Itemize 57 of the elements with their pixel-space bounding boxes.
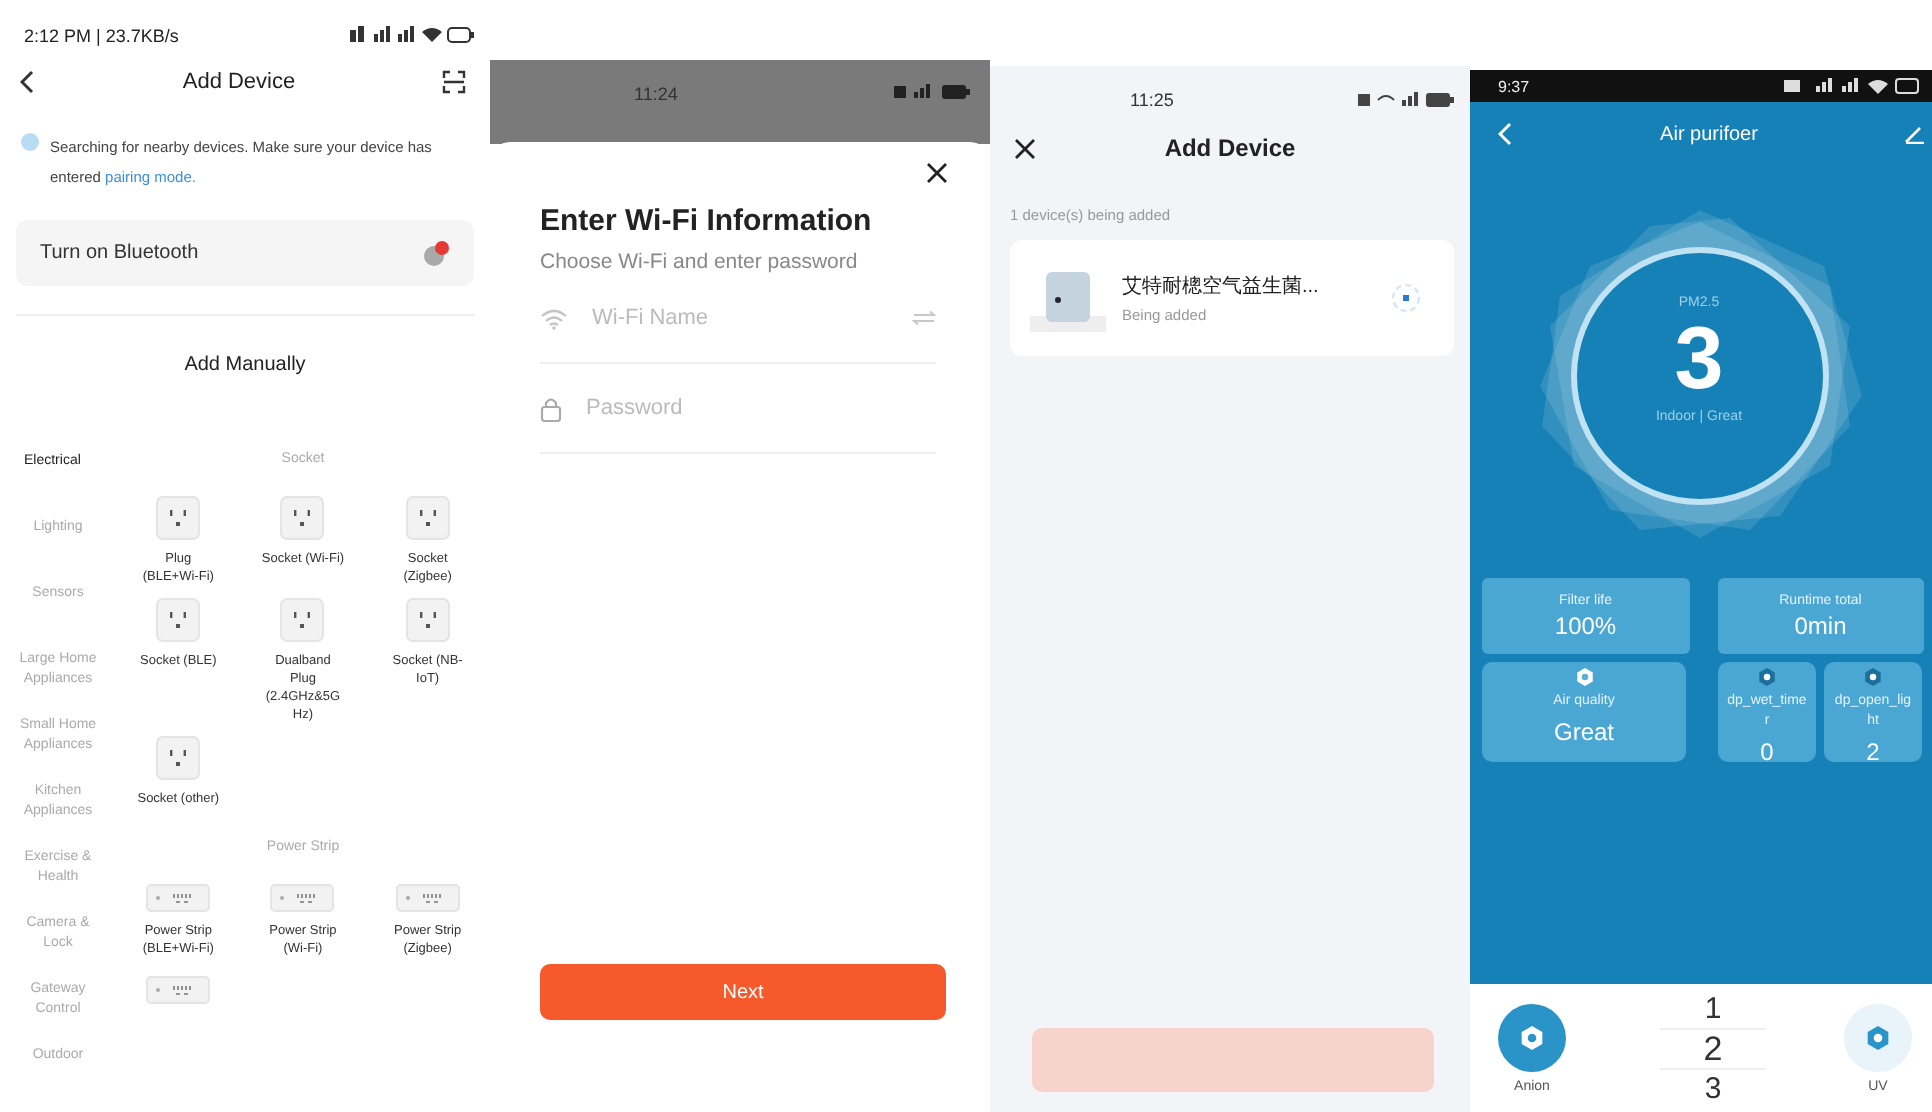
- page-title: Add Device: [1164, 134, 1296, 162]
- bluetooth-row[interactable]: Turn on Bluetooth: [16, 219, 474, 287]
- picker-option[interactable]: 2: [1659, 1027, 1767, 1069]
- lock-icon: [540, 395, 562, 421]
- status-icons-drawing: [1358, 92, 1458, 108]
- dialog-title: Enter Wi-Fi Information: [540, 204, 874, 238]
- close-icon[interactable]: [1014, 137, 1036, 159]
- picker-option[interactable]: 3: [1660, 1069, 1766, 1107]
- loading-spinner-icon: [1390, 282, 1422, 314]
- status-icons-drawing: [350, 26, 474, 45]
- close-icon[interactable]: [926, 162, 948, 184]
- status-time: 9:37: [1498, 77, 1530, 95]
- status-time: 2:12 PM | 23.7KB/s: [24, 25, 179, 46]
- search-status-icon: [20, 131, 40, 152]
- hexagon-icon: [1758, 668, 1776, 686]
- status-icons-drawing: [1784, 78, 1924, 94]
- password-field[interactable]: Password: [582, 394, 936, 422]
- hexagon-icon: [1866, 1025, 1890, 1049]
- power-strip-icon[interactable]: [270, 884, 335, 912]
- socket-icon[interactable]: [156, 496, 201, 540]
- picker-option[interactable]: 1: [1660, 989, 1766, 1027]
- power-strip-icon[interactable]: [146, 884, 211, 912]
- next-button[interactable]: Next: [540, 964, 946, 1020]
- socket-icon[interactable]: [156, 598, 201, 642]
- hexagon-icon: [1575, 668, 1593, 686]
- tile-value: 2: [1866, 738, 1880, 766]
- wifi-icon: [540, 307, 568, 329]
- reading-value: 3: [1674, 310, 1724, 409]
- scan-icon[interactable]: [441, 69, 466, 94]
- wifi-name-field[interactable]: Wi-Fi Name: [588, 304, 892, 332]
- mode-button[interactable]: [1498, 1003, 1566, 1071]
- status-icons-drawing: [894, 84, 974, 100]
- socket-icon[interactable]: [405, 598, 450, 642]
- device-name: 艾特耐樬空气益生菌...: [1122, 273, 1321, 300]
- switch-network-icon[interactable]: [912, 310, 936, 326]
- socket-icon[interactable]: [280, 496, 325, 540]
- status-time: 11:24: [634, 84, 678, 104]
- socket-icon[interactable]: [405, 496, 450, 540]
- stat-value: 0min: [1794, 611, 1847, 639]
- stat-value: 100%: [1554, 611, 1617, 639]
- bluetooth-label: Turn on Bluetooth: [40, 242, 199, 265]
- power-strip-icon[interactable]: [395, 884, 460, 912]
- tile-value: 0: [1760, 738, 1774, 766]
- section-title: Add Manually: [182, 354, 308, 376]
- back-icon[interactable]: [20, 69, 36, 94]
- hexagon-icon: [1520, 1025, 1544, 1049]
- hexagon-icon: [1864, 668, 1882, 686]
- edit-icon[interactable]: [1904, 124, 1924, 144]
- page-title: Air purifoer: [1660, 123, 1758, 145]
- mode-button[interactable]: [1844, 1003, 1912, 1071]
- socket-icon[interactable]: [156, 736, 201, 780]
- dialog-subtitle: Choose Wi-Fi and enter password: [540, 250, 860, 274]
- power-strip-icon[interactable]: [146, 976, 211, 1004]
- page-title: Add Device: [182, 69, 296, 94]
- tile-value: Great: [1553, 718, 1614, 746]
- socket-icon[interactable]: [280, 598, 325, 642]
- status-time: 11:25: [1130, 90, 1174, 110]
